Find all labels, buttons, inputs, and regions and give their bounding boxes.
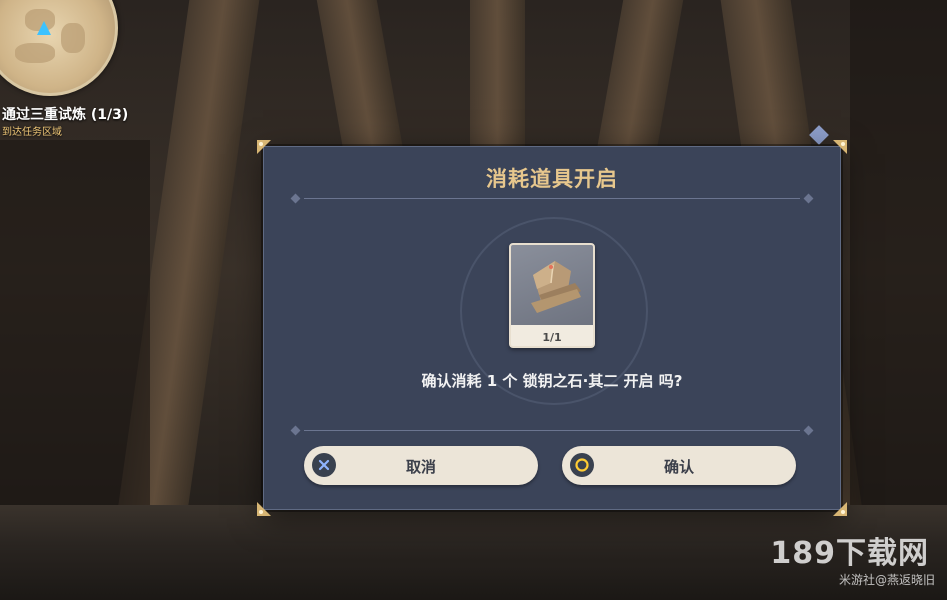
corner-ornament-icon [255, 138, 273, 156]
cancel-button[interactable]: 取消 [304, 446, 538, 485]
item-count: 1/1 [542, 331, 562, 344]
site-watermark: 189下载网 [770, 536, 929, 571]
dialog-title: 消耗道具开启 [486, 167, 618, 191]
quest-title[interactable]: 通过三重试炼 (1/3) [2, 104, 128, 124]
confirm-button-label: 确认 [663, 458, 694, 476]
confirm-button[interactable]: 确认 [562, 446, 796, 485]
divider [290, 425, 814, 436]
corner-ornament-icon [831, 138, 849, 156]
player-marker-icon [37, 21, 51, 35]
key-stone-icon [511, 245, 593, 325]
consume-item-dialog: 消耗道具开启 1/1 确认消耗 1 个 锁钥之石·其二 开启 吗? 取消 确认 [257, 140, 847, 516]
quest-subtitle: 到达任务区域 [2, 127, 62, 138]
corner-ornament-icon [831, 500, 849, 518]
minimap[interactable] [0, 0, 118, 96]
divider [290, 193, 814, 204]
cancel-button-label: 取消 [405, 458, 436, 476]
corner-ornament-icon [255, 500, 273, 518]
item-card[interactable]: 1/1 [509, 243, 595, 348]
confirm-message: 确认消耗 1 个 锁钥之石·其二 开启 吗? [421, 372, 683, 390]
author-watermark: 米游社@燕返晓旧 [838, 573, 935, 587]
diamond-ornament-icon [809, 125, 829, 145]
